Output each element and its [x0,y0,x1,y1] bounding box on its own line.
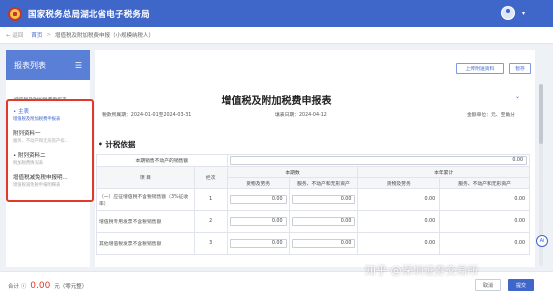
sidebar-item-title: • 附列资料二 [13,153,46,159]
amount-input[interactable]: 0.00 [229,156,527,165]
table-row: 增值税专用发票不含税销售额 2 0.00 0.00 0.00 0.00 [96,210,530,233]
total-amount-words: 元（零元整） [54,283,88,290]
upload-attachments-button[interactable]: 上传附送资料 [456,63,504,74]
app-title: 国家税务总局湖北省电子税务局 [28,9,150,20]
table-cell: 0.00 [357,210,441,233]
total-label: 合计 ⓘ [8,283,27,290]
sidebar-title: 报表列表 [14,60,46,70]
breadcrumb: ← 返回 首页 > 增值税及附加税费申报（小规模纳税人） [0,27,553,44]
tax-period: 税款所属期：2024-01-01至2024-03-31 [102,113,192,118]
row-label: （一）应征增值税不含税销售额（3%征收率） [96,188,195,211]
amount-input[interactable]: 0.00 [291,239,356,248]
table-cell: 本期销售不动产的销售额 [96,154,228,167]
amount-input[interactable]: 0.00 [291,195,356,204]
column-header: 货物及劳务 [226,177,290,189]
section-bullet-icon: • [98,140,103,149]
tax-emblem-icon [8,6,22,21]
ai-assistant-icon[interactable]: Ai [536,235,548,247]
row-label: 增值税专用发票不含税销售额 [96,210,195,233]
collapse-chevron-icon[interactable]: ⌄ [515,93,520,100]
sidebar-item-title: 增值税减免税申报明... [13,175,68,181]
breadcrumb-current: 增值税及附加税费申报（小规模纳税人） [54,33,154,39]
report-list-sidebar: 报表列表 ☰ 增值税及附加税费申报表 • 主表 增值税及附加税费申报表 附列资料… [6,50,94,267]
menu-icon[interactable]: ☰ [75,61,82,70]
column-header: 货物及劳务 [357,177,441,189]
table-cell: 0.00 [439,232,530,255]
sidebar-item-title: • 主表 [13,109,29,115]
sidebar-highlight-box: • 主表 增值税及附加税费申报表 附列资料一 服务、不动产和无形资产扣... •… [6,99,94,202]
tax-basis-table: 本期销售不动产的销售额 0.00 项 目 栏次 本期数 本年累计 货物及劳务 服… [96,154,531,255]
column-header: 服务、不动产和无形资产 [288,177,359,189]
chevron-down-icon[interactable]: ▾ [522,10,525,17]
save-draft-button[interactable]: 暂存 [509,63,531,74]
column-header: 项 目 [96,166,195,189]
breadcrumb-home[interactable]: 首页 [31,31,42,39]
sidebar-header: 报表列表 ☰ [6,50,90,80]
sidebar-item-main[interactable]: • 主表 增值税及附加税费申报表 [13,107,87,122]
sidebar-item-title: 附列资料一 [13,131,41,137]
sidebar-item-subtitle: 附加税费情况表 [13,161,44,166]
sidebar-item-tax-relief[interactable]: 增值税减免税申报明... 增值税减免税申报明细表 [13,173,87,188]
row-label: 其他增值税发票不含税销售额 [96,232,195,255]
scrollbar-thumb[interactable] [539,84,543,144]
sidebar-item-subtitle: 增值税及附加税费申报表 [13,117,61,122]
submit-button[interactable]: 提交 [508,279,534,291]
top-bar: 国家税务总局湖北省电子税务局 ▾ [0,0,553,27]
form-title: 增值税及附加税费申报表 [221,96,332,107]
table-cell: 0.00 [439,188,530,211]
table-cell: 0.00 [357,232,441,255]
column-header: 服务、不动产和无形资产 [439,177,530,189]
column-header: 栏次 [193,166,228,189]
section-title: • 计税依据 [98,140,136,149]
table-cell: 0.00 [439,210,530,233]
sidebar-item-attachment-2[interactable]: • 附列资料二 附加税费情况表 [13,151,87,166]
column-header: 本期数 [226,166,359,178]
table-row: （一）应征增值税不含税销售额（3%征收率） 1 0.00 0.00 0.00 0… [96,188,530,211]
total-amount: 0.00 [30,280,51,291]
amount-input[interactable]: 0.00 [229,195,287,204]
user-avatar[interactable] [501,6,515,20]
column-header: 本年累计 [357,166,530,178]
watermark: 知乎 @深圳证券交易所 [365,264,479,277]
sidebar-item-subtitle: 服务、不动产和无形资产扣... [13,139,69,144]
amount-unit: 金额单位：元、至角分 [467,113,515,118]
sidebar-item-subtitle: 增值税减免税申报明细表 [13,183,61,188]
table-row: 其他增值税发票不含税销售额 3 0.00 0.00 0.00 0.00 [96,232,530,255]
row-col-number: 3 [193,232,228,255]
sidebar-item-attachment-1[interactable]: 附列资料一 服务、不动产和无形资产扣... [13,129,87,144]
row-col-number: 2 [193,210,228,233]
amount-input[interactable]: 0.00 [229,239,287,248]
breadcrumb-separator: > [46,32,51,38]
table-row: 本期销售不动产的销售额 0.00 [96,154,531,167]
table-header-row: 项 目 栏次 本期数 本年累计 [96,166,530,189]
amount-input[interactable]: 0.00 [229,217,287,226]
fill-date: 填表日期：2024-04-12 [275,113,327,118]
back-link[interactable]: ← 返回 [6,31,23,39]
amount-input[interactable]: 0.00 [291,217,356,226]
cancel-button[interactable]: 取消 [475,279,501,291]
table-cell: 0.00 [357,188,441,211]
row-col-number: 1 [193,188,228,211]
